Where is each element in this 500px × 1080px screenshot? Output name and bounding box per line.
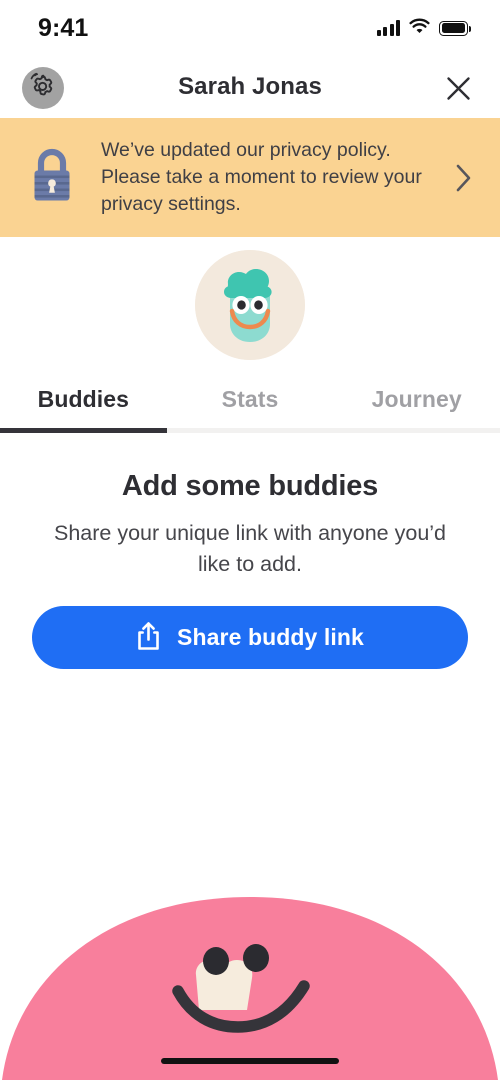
tab-stats-label: Stats (221, 386, 279, 412)
share-buddy-link-button[interactable]: Share buddy link (32, 606, 468, 669)
tab-buddies[interactable]: Buddies (0, 372, 167, 433)
tab-bar: Buddies Stats Journey (0, 372, 500, 433)
page-title: Sarah Jonas (178, 73, 322, 100)
share-buddy-link-label: Share buddy link (177, 624, 364, 650)
status-bar-time: 9:41 (38, 13, 89, 42)
status-bar: 9:41 (0, 0, 500, 56)
privacy-banner-message: We’ve updated our privacy policy. Please… (101, 139, 422, 215)
privacy-policy-banner[interactable]: We’ve updated our privacy policy. Please… (0, 118, 500, 237)
empty-state-subtitle: Share your unique link with anyone you’d… (53, 521, 447, 576)
cellular-signal-icon (376, 20, 400, 36)
profile-avatar-section (0, 237, 500, 372)
battery-full-icon (439, 20, 471, 36)
tab-stats[interactable]: Stats (167, 372, 334, 433)
navigation-bar: Sarah Jonas (0, 56, 500, 118)
home-indicator (161, 1058, 339, 1064)
close-icon[interactable] (438, 68, 478, 108)
chevron-right-icon[interactable] (446, 163, 480, 193)
empty-state-content: Add some buddies Share your unique link … (0, 433, 500, 669)
phone-screen: 9:41 Sarah Jonas We’ve updated our priva… (0, 0, 500, 1080)
lock-icon (28, 146, 76, 209)
tab-active-indicator (0, 428, 167, 433)
tab-journey[interactable]: Journey (333, 372, 500, 433)
empty-state-title: Add some buddies (121, 470, 379, 502)
status-bar-indicators (376, 18, 471, 39)
user-avatar-monster-icon (195, 249, 305, 360)
tab-journey-label: Journey (371, 386, 462, 412)
tab-indicator-track (0, 428, 500, 433)
share-icon (136, 621, 161, 654)
tab-buddies-label: Buddies (37, 386, 130, 412)
pink-monster-character (2, 897, 498, 1080)
wifi-icon (409, 18, 430, 39)
